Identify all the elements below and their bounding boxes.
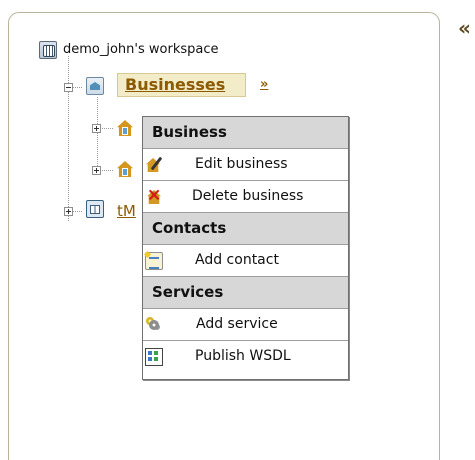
workspace-page: « demo_john's workspace Businesses » tM … — [0, 0, 475, 460]
business-node-expand-toggle[interactable] — [92, 166, 101, 175]
business-section-header: Business — [143, 117, 348, 149]
workspace-icon — [39, 41, 57, 59]
add-service-menu-item[interactable]: Add service — [143, 309, 348, 341]
business-tree-connector — [97, 97, 98, 172]
tmodel-link[interactable]: tM — [117, 202, 136, 220]
edit-business-menu-item[interactable]: Edit business — [143, 149, 348, 181]
businesses-collapse-toggle[interactable] — [64, 83, 73, 92]
add-contact-menu-item[interactable]: Add contact — [143, 245, 348, 277]
business-folder-icon — [86, 77, 104, 95]
businesses-action-link[interactable]: » — [260, 77, 268, 93]
business-house-icon — [116, 160, 134, 178]
publish-wsdl-icon — [145, 348, 163, 366]
add-service-icon — [145, 316, 163, 334]
delete-business-menu-item[interactable]: Delete business — [143, 181, 348, 213]
add-contact-icon — [145, 252, 163, 270]
tmodel-icon — [86, 200, 104, 218]
businesses-link[interactable]: Businesses — [125, 76, 225, 94]
services-section-header: Services — [143, 277, 348, 309]
edit-business-icon — [145, 156, 163, 174]
delete-business-label: Delete business — [192, 188, 304, 204]
context-menu: Business Edit business Delete business C… — [142, 116, 349, 380]
publish-wsdl-menu-item[interactable]: Publish WSDL — [143, 341, 348, 373]
publish-wsdl-label: Publish WSDL — [195, 348, 291, 364]
tmodel-expand-toggle[interactable] — [64, 207, 73, 216]
workspace-tree-connector — [68, 56, 69, 221]
edit-business-label: Edit business — [195, 156, 288, 172]
add-contact-label: Add contact — [195, 252, 279, 268]
workspace-label: demo_john's workspace — [63, 42, 219, 57]
business-house-icon — [116, 119, 134, 137]
add-service-label: Add service — [196, 316, 278, 332]
delete-business-icon — [145, 186, 163, 206]
contacts-section-header: Contacts — [143, 213, 348, 245]
business-node-expand-toggle[interactable] — [92, 124, 101, 133]
collapse-panel-button[interactable]: « — [458, 18, 471, 38]
